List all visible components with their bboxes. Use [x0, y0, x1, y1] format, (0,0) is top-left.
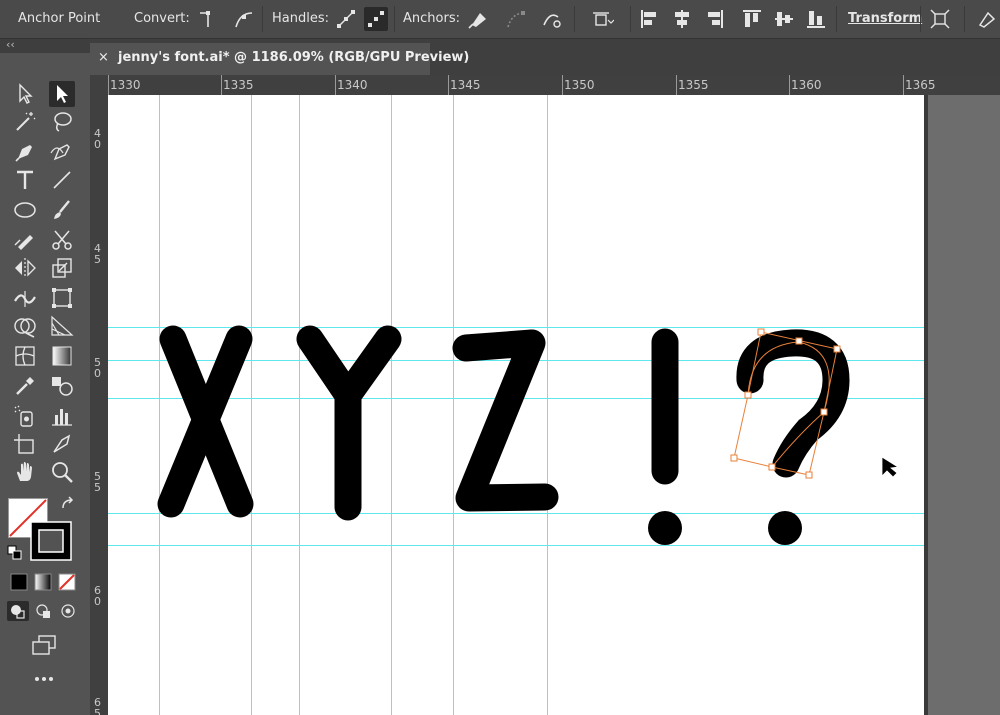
document-title: jenny's font.ai* @ 1186.09% (RGB/GPU Pre…: [118, 50, 470, 65]
document-tab-bar: × jenny's font.ai* @ 1186.09% (RGB/GPU P…: [90, 39, 1000, 75]
glyph-z: [452, 329, 559, 512]
align-right-icon[interactable]: [702, 7, 726, 31]
column-graph-tool-icon[interactable]: [49, 403, 75, 429]
close-tab-icon[interactable]: ×: [98, 50, 109, 65]
align-top-icon[interactable]: [740, 7, 764, 31]
none-mode-icon[interactable]: [58, 573, 76, 591]
ruler-label: 1360: [791, 78, 822, 92]
blend-tool-icon[interactable]: [49, 373, 75, 399]
slice-tool-icon[interactable]: [49, 431, 75, 457]
tools-collapse-strip[interactable]: ‹‹: [0, 38, 90, 53]
align-horizontal-center-icon[interactable]: [670, 7, 694, 31]
align-vertical-center-icon[interactable]: [772, 7, 796, 31]
collapse-chevron-icon[interactable]: ‹‹: [6, 38, 15, 51]
convert-to-corner-icon[interactable]: [196, 7, 220, 31]
ruler-label: 1365: [905, 78, 936, 92]
isolate-selected-icon[interactable]: [928, 7, 952, 31]
line-segment-tool-icon[interactable]: [49, 167, 75, 193]
symbol-sprayer-tool-icon[interactable]: [12, 403, 38, 429]
pen-options-icon[interactable]: [974, 7, 998, 31]
ruler-label: 40: [94, 127, 101, 151]
ruler-label: 60: [94, 584, 101, 608]
ruler-label: 1350: [564, 78, 595, 92]
lasso-tool-icon[interactable]: [49, 109, 75, 135]
ruler-label: 50: [94, 356, 101, 380]
magic-wand-tool-icon[interactable]: [12, 109, 38, 135]
draw-behind-icon[interactable]: [33, 601, 55, 621]
align-to-selection-icon[interactable]: [590, 7, 615, 31]
selection-tool-icon[interactable]: [12, 81, 38, 107]
ruler-label: 1345: [450, 78, 481, 92]
align-left-icon[interactable]: [638, 7, 662, 31]
horizontal-ruler[interactable]: 1330 1335 1340 1345 1350 1355 1360 1365: [108, 75, 1000, 95]
direct-selection-tool-icon[interactable]: [49, 81, 75, 107]
cut-path-at-anchor-icon[interactable]: [540, 7, 564, 31]
ellipse-tool-icon[interactable]: [12, 197, 38, 223]
pen-tool-icon[interactable]: [12, 139, 38, 165]
gradient-mode-icon[interactable]: [34, 573, 52, 591]
ruler-label: 1335: [223, 78, 254, 92]
change-screen-mode-icon[interactable]: [30, 633, 58, 657]
glyph-question: [736, 329, 850, 545]
artboard-tool-icon[interactable]: [12, 431, 38, 457]
scissors-tool-icon[interactable]: [49, 227, 75, 253]
free-transform-tool-icon[interactable]: [49, 285, 75, 311]
glyph-x: [157, 325, 254, 518]
width-tool-icon[interactable]: [12, 285, 38, 311]
ruler-label: 45: [94, 242, 101, 266]
default-fill-stroke-icon[interactable]: [7, 545, 23, 561]
color-mode-icon[interactable]: [10, 573, 28, 591]
align-bottom-icon[interactable]: [804, 7, 828, 31]
connect-anchors-icon[interactable]: [504, 7, 528, 31]
hide-handles-icon[interactable]: [364, 7, 388, 31]
type-tool-icon[interactable]: [12, 167, 38, 193]
hand-tool-icon[interactable]: [12, 459, 38, 485]
glyph-y: [296, 325, 402, 521]
swap-fill-stroke-icon[interactable]: [60, 496, 76, 512]
remove-anchor-icon[interactable]: [466, 7, 490, 31]
curvature-tool-icon[interactable]: [49, 139, 75, 165]
ruler-label: 1340: [337, 78, 368, 92]
stroke-swatch[interactable]: [30, 521, 72, 561]
artboard-canvas[interactable]: [108, 95, 1000, 715]
glyph-exclamation: [648, 328, 682, 545]
shape-builder-tool-icon[interactable]: [12, 313, 38, 339]
document-tab[interactable]: × jenny's font.ai* @ 1186.09% (RGB/GPU P…: [90, 43, 469, 75]
ruler-label: 1330: [110, 78, 141, 92]
shaper-tool-icon[interactable]: [12, 227, 38, 253]
draw-inside-icon[interactable]: [58, 601, 80, 621]
show-handles-icon[interactable]: [334, 7, 358, 31]
handles-label: Handles:: [272, 11, 329, 26]
zoom-tool-icon[interactable]: [49, 459, 75, 485]
direct-selection-cursor-icon: [881, 456, 900, 478]
mesh-tool-icon[interactable]: [12, 343, 38, 369]
ruler-label: 55: [94, 470, 101, 494]
edit-toolbar-icon[interactable]: [32, 671, 56, 685]
current-tool-label: Anchor Point: [18, 11, 101, 26]
pasteboard[interactable]: [928, 95, 1000, 715]
artwork[interactable]: [108, 95, 1000, 715]
draw-normal-icon[interactable]: [7, 601, 29, 621]
reflect-tool-icon[interactable]: [12, 255, 38, 281]
convert-label: Convert:: [134, 11, 190, 26]
scale-tool-icon[interactable]: [49, 255, 75, 281]
gradient-tool-icon[interactable]: [49, 343, 75, 369]
eyedropper-tool-icon[interactable]: [12, 373, 38, 399]
tools-panel: [0, 53, 90, 715]
ruler-label: 1355: [678, 78, 709, 92]
convert-to-smooth-icon[interactable]: [232, 7, 256, 31]
paintbrush-tool-icon[interactable]: [49, 197, 75, 223]
perspective-grid-tool-icon[interactable]: [49, 313, 75, 339]
control-bar: Anchor Point Convert: Handles: Anchors:: [0, 0, 1000, 39]
transform-link[interactable]: Transform: [848, 11, 922, 26]
ruler-label: 65: [94, 696, 101, 715]
vertical-ruler[interactable]: 40 45 50 55 60 65: [90, 75, 108, 715]
anchors-label: Anchors:: [403, 11, 460, 26]
